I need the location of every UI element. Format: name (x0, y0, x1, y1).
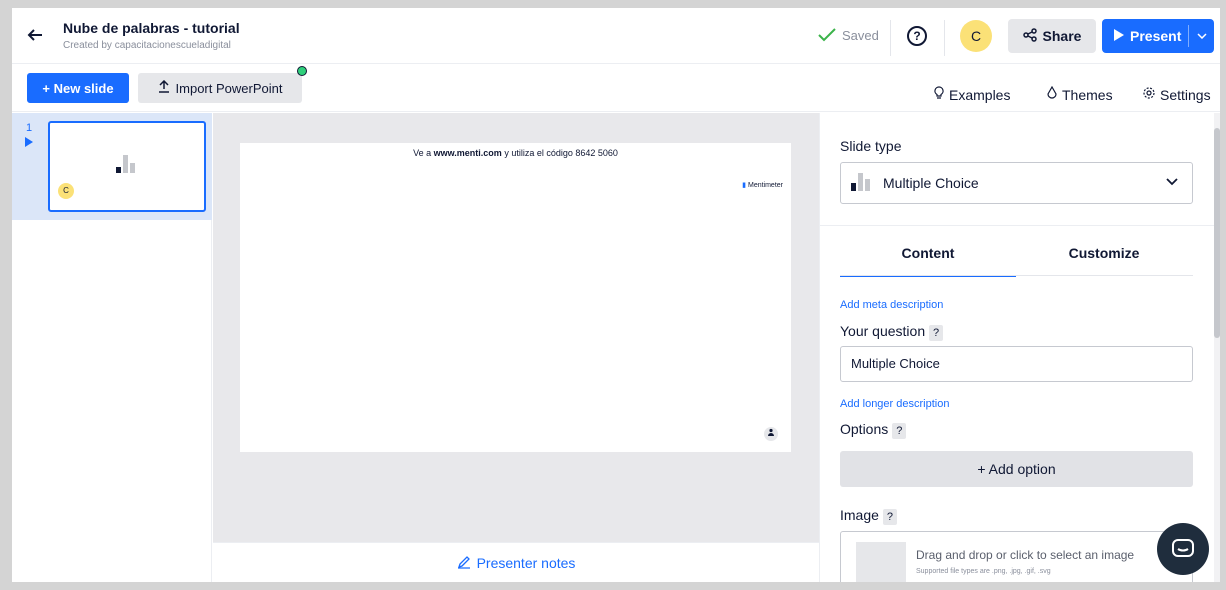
avatar: C (58, 183, 74, 199)
divider (820, 225, 1214, 226)
top-header: Nube de palabras - tutorial Created by c… (12, 8, 1220, 64)
themes-label: Themes (1062, 86, 1113, 103)
slide-thumbnail[interactable]: C (48, 121, 206, 212)
question-label: Your question? (840, 323, 944, 341)
saved-status: Saved (818, 28, 879, 43)
image-label: Image? (840, 507, 897, 525)
new-slide-button[interactable]: + New slide (27, 73, 129, 103)
image-label-text: Image (840, 507, 879, 523)
help-icon[interactable]: ? (882, 509, 897, 525)
arrow-left-icon[interactable] (26, 26, 46, 46)
bar-chart-icon: ▮ (742, 182, 747, 189)
instruction-url: www.menti.com (433, 148, 502, 158)
pencil-icon (457, 544, 471, 582)
chevron-down-icon (1166, 175, 1178, 189)
help-icon[interactable]: ? (929, 325, 944, 341)
lightbulb-icon (933, 86, 945, 103)
add-longer-description-link[interactable]: Add longer description (840, 398, 949, 410)
check-icon (818, 28, 836, 43)
share-icon (1022, 27, 1037, 45)
presenter-notes-button[interactable]: Presenter notes (213, 542, 819, 582)
image-dropzone[interactable]: Drag and drop or click to select an imag… (840, 531, 1193, 582)
play-icon[interactable] (25, 137, 33, 147)
presenter-notes-label: Presenter notes (476, 555, 576, 571)
question-label-text: Your question (840, 323, 926, 339)
dropzone-text: Drag and drop or click to select an imag… (916, 548, 1135, 562)
slide-type-label: Slide type (840, 138, 902, 154)
play-icon (1114, 28, 1124, 44)
settings-link[interactable]: Settings (1142, 86, 1211, 103)
share-button[interactable]: Share (1008, 19, 1096, 53)
chat-icon[interactable] (1157, 523, 1209, 575)
new-feature-badge (297, 66, 307, 76)
edit-panel: Slide type Multiple Choice Content Custo… (819, 113, 1214, 582)
add-meta-description-link[interactable]: Add meta description (840, 299, 943, 311)
mentimeter-logo: ▮ Mentimeter (742, 181, 783, 189)
slide-number: 1 (26, 122, 33, 134)
present-label: Present (1130, 28, 1182, 44)
import-powerpoint-button[interactable]: Import PowerPoint (138, 73, 302, 103)
share-label: Share (1042, 28, 1082, 44)
slide-preview[interactable]: Ve a www.menti.com y utiliza el código 8… (240, 143, 791, 452)
chevron-down-icon[interactable] (1189, 30, 1214, 42)
avatar[interactable]: C (960, 20, 992, 52)
saved-label: Saved (842, 28, 879, 43)
present-button[interactable]: Present (1102, 19, 1214, 53)
present-main[interactable]: Present (1102, 28, 1188, 44)
options-label-text: Options (840, 421, 889, 437)
help-icon[interactable]: ? (892, 423, 907, 439)
divider (890, 20, 891, 56)
help-icon[interactable]: ? (907, 26, 927, 46)
slide-item[interactable]: 1 C (12, 113, 212, 220)
themes-link[interactable]: Themes (1046, 85, 1113, 103)
examples-label: Examples (949, 86, 1011, 103)
divider (944, 20, 945, 56)
instruction-suffix: y utiliza el código 8642 5060 (501, 148, 618, 158)
settings-label: Settings (1160, 86, 1211, 103)
question-input[interactable]: Multiple Choice (840, 346, 1193, 382)
gear-icon (1142, 86, 1156, 103)
scrollbar-thumb[interactable] (1214, 128, 1220, 338)
upload-icon (158, 79, 170, 96)
examples-link[interactable]: Examples (933, 86, 1010, 103)
options-label: Options? (840, 421, 907, 439)
instruction-prefix: Ve a (413, 148, 434, 158)
participant-icon (764, 427, 778, 441)
app-window: Nube de palabras - tutorial Created by c… (12, 8, 1220, 582)
tab-underline (840, 275, 1193, 276)
tab-content[interactable]: Content (840, 245, 1016, 277)
bar-chart-icon (851, 172, 873, 194)
image-placeholder (856, 542, 906, 582)
toolbar: + New slide Import PowerPoint Examples T… (12, 64, 1220, 112)
dropzone-hint: Supported file types are .png, .jpg, .gi… (916, 568, 1051, 575)
bar-chart-icon (116, 155, 138, 178)
logo-text: Mentimeter (747, 182, 783, 189)
add-option-button[interactable]: + Add option (840, 451, 1193, 487)
creator-text: Created by capacitacionescueladigital (63, 40, 231, 51)
slide-type-value: Multiple Choice (883, 175, 979, 191)
slide-type-select[interactable]: Multiple Choice (840, 162, 1193, 204)
import-label: Import PowerPoint (175, 80, 283, 96)
join-instructions: Ve a www.menti.com y utiliza el código 8… (240, 148, 791, 158)
drop-icon (1046, 85, 1058, 103)
tab-customize[interactable]: Customize (1016, 245, 1192, 275)
slide-list: 1 C (12, 113, 212, 582)
presentation-title[interactable]: Nube de palabras - tutorial (63, 20, 240, 36)
slide-editor-canvas: Ve a www.menti.com y utiliza el código 8… (213, 113, 819, 542)
